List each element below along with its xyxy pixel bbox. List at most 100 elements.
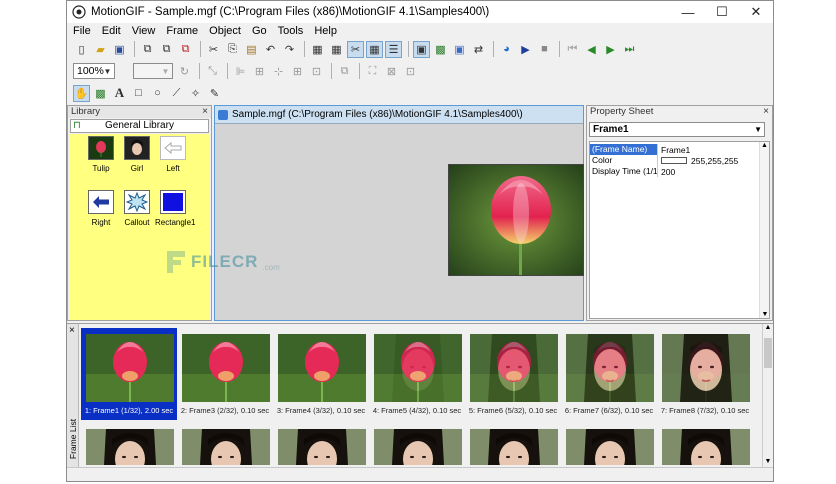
copy-icon[interactable]: ⎘ xyxy=(224,41,241,58)
line-tool-icon[interactable]: ⟋ xyxy=(168,85,185,102)
polygon-tool-icon[interactable]: ✧ xyxy=(187,85,204,102)
image-icon[interactable]: ▩ xyxy=(432,41,449,58)
menu-file[interactable]: File xyxy=(67,25,96,37)
frame-thumbnail[interactable]: 2: Frame3 (2/32), 0.10 sec xyxy=(177,328,273,420)
menu-help[interactable]: Help xyxy=(308,25,342,37)
next-frame-icon[interactable]: ▶ xyxy=(602,41,619,58)
last-frame-icon[interactable]: ⏭ xyxy=(621,41,638,58)
align-right-icon[interactable]: ⊞ xyxy=(289,63,306,80)
resize-icon[interactable]: ⤡ xyxy=(204,63,221,80)
scroll-up-icon[interactable]: ▲ xyxy=(763,324,773,331)
hand-tool-icon[interactable]: ✋ xyxy=(73,84,90,102)
brush-tool-icon[interactable]: ✎ xyxy=(206,85,223,102)
frame-list-close-icon[interactable]: × xyxy=(69,325,75,336)
redo-icon[interactable]: ↷ xyxy=(281,41,298,58)
prev-frame-icon[interactable]: ◀ xyxy=(583,41,600,58)
first-frame-icon[interactable]: ⏮ xyxy=(564,41,581,58)
property-scrollbar[interactable]: ▲ ▼ xyxy=(759,142,769,318)
frame-thumbnail[interactable] xyxy=(470,429,558,465)
file-info-icon[interactable]: ▦ xyxy=(309,41,326,58)
tools-icon[interactable]: ✂ xyxy=(347,40,364,58)
frame-thumbnail[interactable] xyxy=(86,429,174,465)
zoom-select[interactable]: 100% ▼ xyxy=(73,63,115,79)
menu-view[interactable]: View xyxy=(126,25,161,37)
scroll-thumb[interactable] xyxy=(764,338,772,368)
menu-object[interactable]: Object xyxy=(203,25,246,37)
play-icon[interactable]: ▶ xyxy=(517,41,534,58)
frame-thumbnail[interactable]: 3: Frame4 (3/32), 0.10 sec xyxy=(273,328,369,420)
duplicate-frame-icon[interactable]: ⧉ xyxy=(158,41,175,58)
order-icon[interactable]: ⧉ xyxy=(336,63,353,80)
library-item-left[interactable]: Left xyxy=(155,136,191,173)
library-item-callout[interactable]: Callout xyxy=(119,190,155,227)
property-row[interactable]: (Frame Name) Frame1 xyxy=(590,144,760,155)
library-item-rectangle1[interactable]: Rectangle1 xyxy=(155,190,195,227)
library-item-tulip[interactable]: Tulip xyxy=(83,136,119,173)
paste-icon[interactable]: ▤ xyxy=(243,41,260,58)
align-left-icon[interactable]: ⊫ xyxy=(232,63,249,80)
image-tool-icon[interactable]: ▩ xyxy=(92,85,109,102)
same-height-icon[interactable]: ⊡ xyxy=(402,63,419,80)
align-top-icon[interactable]: ⊡ xyxy=(308,63,325,80)
align-center-icon[interactable]: ⊞ xyxy=(251,63,268,80)
align-middle-icon[interactable]: ⊹ xyxy=(270,63,287,80)
library-tab-general[interactable]: ⊓ General Library xyxy=(70,119,209,133)
frame-thumbnail[interactable] xyxy=(374,429,462,465)
snap-grid-icon[interactable]: ▦ xyxy=(366,40,383,58)
object-select[interactable]: Frame1 ▼ xyxy=(589,122,765,137)
scroll-down-icon[interactable]: ▼ xyxy=(763,458,773,465)
stop-icon[interactable]: ■ xyxy=(536,41,553,58)
menu-go[interactable]: Go xyxy=(246,25,272,37)
frame-thumbnail[interactable]: 1: Frame1 (1/32), 2.00 sec xyxy=(81,328,177,420)
close-button[interactable]: ✕ xyxy=(739,1,773,23)
scroll-up-icon[interactable]: ▲ xyxy=(760,142,769,149)
frame-thumbnail[interactable]: 5: Frame6 (5/32), 0.10 sec xyxy=(465,328,561,420)
frame-thumbnail[interactable]: 4: Frame5 (4/32), 0.10 sec xyxy=(369,328,465,420)
text-tool-icon[interactable]: A xyxy=(111,85,128,102)
menu-edit[interactable]: Edit xyxy=(96,25,126,37)
same-width-icon[interactable]: ⊠ xyxy=(383,63,400,80)
frame-thumbnail[interactable]: 6: Frame7 (6/32), 0.10 sec xyxy=(561,328,657,420)
frame-thumbnail[interactable] xyxy=(566,429,654,465)
add-frame-icon[interactable]: ⧉ xyxy=(139,41,156,58)
delete-frame-icon[interactable]: ⧉ xyxy=(177,41,194,58)
menu-tools[interactable]: Tools xyxy=(272,25,309,37)
scroll-down-icon[interactable]: ▼ xyxy=(760,311,770,318)
frame-thumbnail[interactable] xyxy=(182,429,270,465)
new-file-icon[interactable]: ▯ xyxy=(73,41,90,58)
rotate-icon[interactable]: ↻ xyxy=(176,63,193,80)
frame-canvas[interactable] xyxy=(448,164,584,276)
same-size-icon[interactable]: ⛶ xyxy=(364,63,381,80)
export-icon[interactable]: ⇄ xyxy=(470,41,487,58)
property-sheet-close-icon[interactable]: × xyxy=(763,106,769,117)
library-item-girl[interactable]: Girl xyxy=(119,136,155,173)
library-close-icon[interactable]: × xyxy=(202,106,208,117)
browser-preview-icon[interactable]: ◕ xyxy=(498,41,515,58)
library-item-right[interactable]: Right xyxy=(83,190,119,227)
frame-list-scrollbar[interactable]: ▲ ▼ xyxy=(762,324,773,467)
color-swatch[interactable] xyxy=(661,157,687,164)
undo-icon[interactable]: ↶ xyxy=(262,41,279,58)
ellipse-tool-icon[interactable]: ○ xyxy=(149,85,166,102)
frame-image xyxy=(86,334,174,402)
maximize-button[interactable]: ☐ xyxy=(705,1,739,23)
grid-icon[interactable]: ▦ xyxy=(328,41,345,58)
angle-select[interactable]: ▼ xyxy=(133,63,173,79)
property-row[interactable]: Color 255,255,255 xyxy=(590,155,760,166)
frame-thumbnail[interactable] xyxy=(278,429,366,465)
save-icon[interactable]: ▣ xyxy=(111,41,128,58)
property-row[interactable]: Display Time (1/10 200 xyxy=(590,166,760,177)
view-list-icon[interactable]: ☰ xyxy=(385,40,402,58)
menu-frame[interactable]: Frame xyxy=(160,25,203,37)
layers-icon[interactable]: ▣ xyxy=(451,41,468,58)
open-folder-icon[interactable]: ▰ xyxy=(92,41,109,58)
property-value[interactable]: 200 xyxy=(658,166,760,177)
property-panel-icon[interactable]: ▣ xyxy=(413,40,430,58)
rectangle-tool-icon[interactable]: □ xyxy=(130,85,147,102)
frame-thumbnail[interactable]: 7: Frame8 (7/32), 0.10 sec xyxy=(657,328,753,420)
cut-icon[interactable]: ✂ xyxy=(205,41,222,58)
frame-thumbnail[interactable] xyxy=(662,429,750,465)
property-value[interactable]: Frame1 xyxy=(658,144,760,155)
minimize-button[interactable]: — xyxy=(671,1,705,23)
color-property-value[interactable]: 255,255,255 xyxy=(658,155,760,166)
